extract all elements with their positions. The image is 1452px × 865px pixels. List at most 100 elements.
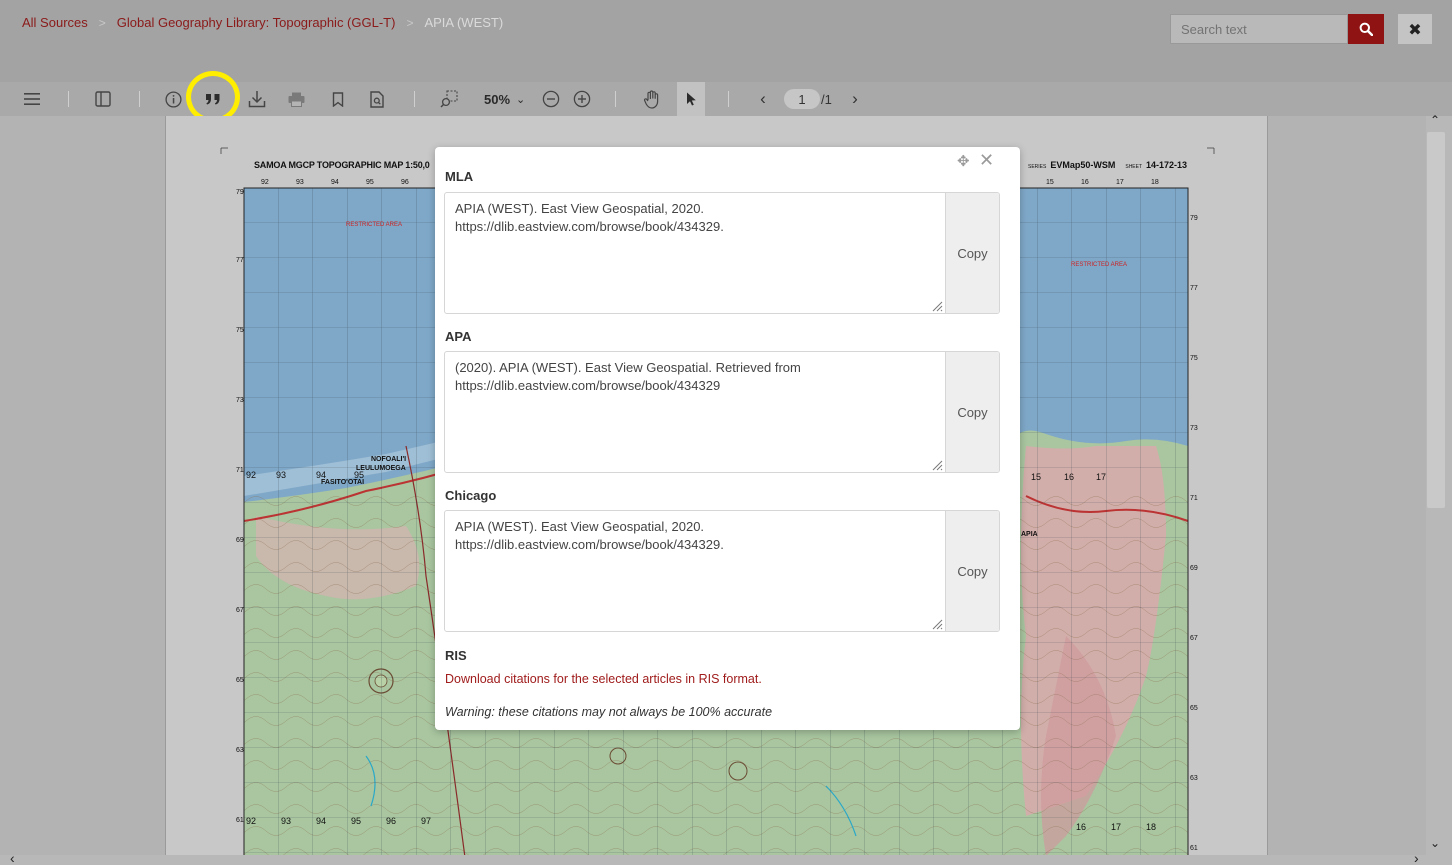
search-input[interactable] <box>1170 14 1348 44</box>
toolbar-divider <box>728 91 729 107</box>
ris-heading: RIS <box>445 648 467 663</box>
pan-tool-button[interactable] <box>640 82 664 116</box>
map-title: SAMOA MGCP TOPOGRAPHIC MAP 1:50,0 <box>254 160 430 170</box>
svg-text:63: 63 <box>1190 775 1198 782</box>
svg-text:71: 71 <box>236 467 244 474</box>
print-button[interactable] <box>285 82 307 116</box>
zoom-out-icon <box>542 90 560 108</box>
apa-copy-button[interactable]: Copy <box>945 352 999 472</box>
svg-text:93: 93 <box>296 179 304 186</box>
svg-text:16: 16 <box>1076 822 1086 832</box>
scroll-right-icon[interactable]: › <box>1414 850 1419 865</box>
svg-text:95: 95 <box>366 179 374 186</box>
breadcrumb-collection[interactable]: Global Geography Library: Topographic (G… <box>117 15 396 30</box>
zoom-in-button[interactable] <box>571 82 593 116</box>
chicago-citation-box: APIA (WEST). East View Geospatial, 2020.… <box>444 510 1000 632</box>
info-icon <box>164 90 182 108</box>
breadcrumb-separator: > <box>406 15 414 30</box>
mla-citation-box: APIA (WEST). East View Geospatial, 2020.… <box>444 192 1000 314</box>
zoom-in-icon <box>573 90 591 108</box>
svg-text:69: 69 <box>1190 565 1198 572</box>
chicago-citation-text[interactable]: APIA (WEST). East View Geospatial, 2020.… <box>445 511 945 631</box>
citation-dialog: ✥ ✕ MLA APIA (WEST). East View Geospatia… <box>435 147 1020 730</box>
move-icon[interactable]: ✥ <box>957 152 970 170</box>
mla-copy-button[interactable]: Copy <box>945 193 999 313</box>
svg-text:71: 71 <box>1190 495 1198 502</box>
toolbar-divider <box>615 91 616 107</box>
breadcrumb: All Sources > Global Geography Library: … <box>22 15 503 30</box>
zoom-out-button[interactable] <box>540 82 562 116</box>
close-icon[interactable]: ✕ <box>979 150 994 171</box>
select-tool-button[interactable] <box>677 82 705 116</box>
scroll-up-icon[interactable]: ⌃ <box>1430 113 1440 127</box>
svg-text:APIA: APIA <box>1021 531 1038 538</box>
svg-text:75: 75 <box>1190 355 1198 362</box>
download-button[interactable] <box>246 82 268 116</box>
zoom-select[interactable]: 50% ⌄ <box>484 82 525 116</box>
top-bar: All Sources > Global Geography Library: … <box>0 0 1452 82</box>
svg-text:77: 77 <box>236 257 244 264</box>
apa-citation-text[interactable]: (2020). APIA (WEST). East View Geospatia… <box>445 352 945 472</box>
svg-text:93: 93 <box>276 470 286 480</box>
chevron-down-icon: ⌄ <box>516 93 526 106</box>
svg-text:79: 79 <box>236 189 244 196</box>
scroll-left-icon[interactable]: ‹ <box>10 850 15 865</box>
map-sheet-number: 14-172-13 <box>1146 160 1188 170</box>
svg-text:15: 15 <box>1046 179 1054 186</box>
resize-handle-icon[interactable] <box>931 618 943 630</box>
zoom-value: 50% <box>484 91 511 107</box>
sidebar-icon <box>95 91 111 107</box>
svg-text:73: 73 <box>236 397 244 404</box>
svg-text:65: 65 <box>1190 705 1198 712</box>
svg-text:96: 96 <box>401 179 409 186</box>
svg-text:17: 17 <box>1096 472 1106 482</box>
svg-text:61: 61 <box>1190 845 1198 852</box>
toolbar-divider <box>139 91 140 107</box>
zoom-area-button[interactable] <box>438 82 460 116</box>
svg-text:18: 18 <box>1151 179 1159 186</box>
menu-button[interactable] <box>20 82 44 116</box>
ris-download-link[interactable]: Download citations for the selected arti… <box>445 672 762 686</box>
resize-handle-icon[interactable] <box>931 300 943 312</box>
search-button[interactable] <box>1348 14 1384 44</box>
next-page-button[interactable]: › <box>846 82 864 116</box>
zoom-area-icon <box>440 90 458 108</box>
breadcrumb-all-sources[interactable]: All Sources <box>22 15 88 30</box>
info-button[interactable] <box>163 82 183 116</box>
prev-page-button[interactable]: ‹ <box>754 82 772 116</box>
horizontal-scrollbar[interactable] <box>0 855 1452 865</box>
svg-text:69: 69 <box>236 537 244 544</box>
svg-text:67: 67 <box>236 607 244 614</box>
chicago-copy-button[interactable]: Copy <box>945 511 999 631</box>
svg-text:92: 92 <box>246 816 256 826</box>
svg-text:16: 16 <box>1064 472 1074 482</box>
svg-text:FASITO'OTAI: FASITO'OTAI <box>321 479 364 486</box>
map-sheet-label: SHEET <box>1125 164 1143 170</box>
mla-citation-text[interactable]: APIA (WEST). East View Geospatial, 2020.… <box>445 193 945 313</box>
svg-text:92: 92 <box>261 179 269 186</box>
bookmark-button[interactable] <box>328 82 348 116</box>
map-series-info: SERIES EVMap50-WSM SHEET 14-172-13 <box>1028 160 1187 170</box>
svg-text:94: 94 <box>316 816 326 826</box>
scroll-down-icon[interactable]: ⌄ <box>1430 836 1440 850</box>
hand-icon <box>643 89 659 109</box>
hamburger-icon <box>24 93 40 105</box>
svg-text:94: 94 <box>331 179 339 186</box>
resize-handle-icon[interactable] <box>931 459 943 471</box>
apa-citation-box: (2020). APIA (WEST). East View Geospatia… <box>444 351 1000 473</box>
vertical-scroll-thumb[interactable] <box>1427 132 1445 508</box>
close-viewer-button[interactable]: ✖ <box>1398 14 1432 44</box>
map-series-code: EVMap50-WSM <box>1050 160 1116 170</box>
printer-icon <box>288 92 304 107</box>
search-icon <box>1359 22 1373 36</box>
svg-text:RESTRICTED AREA: RESTRICTED AREA <box>1071 262 1127 268</box>
toolbar-divider <box>414 91 415 107</box>
svg-text:79: 79 <box>1190 215 1198 222</box>
svg-text:61: 61 <box>236 817 244 824</box>
page-number-input[interactable] <box>784 89 820 109</box>
svg-text:17: 17 <box>1116 179 1124 186</box>
svg-text:63: 63 <box>236 747 244 754</box>
sidebar-toggle-button[interactable] <box>92 82 114 116</box>
page-search-button[interactable] <box>366 82 388 116</box>
citation-warning: Warning: these citations may not always … <box>445 705 773 719</box>
